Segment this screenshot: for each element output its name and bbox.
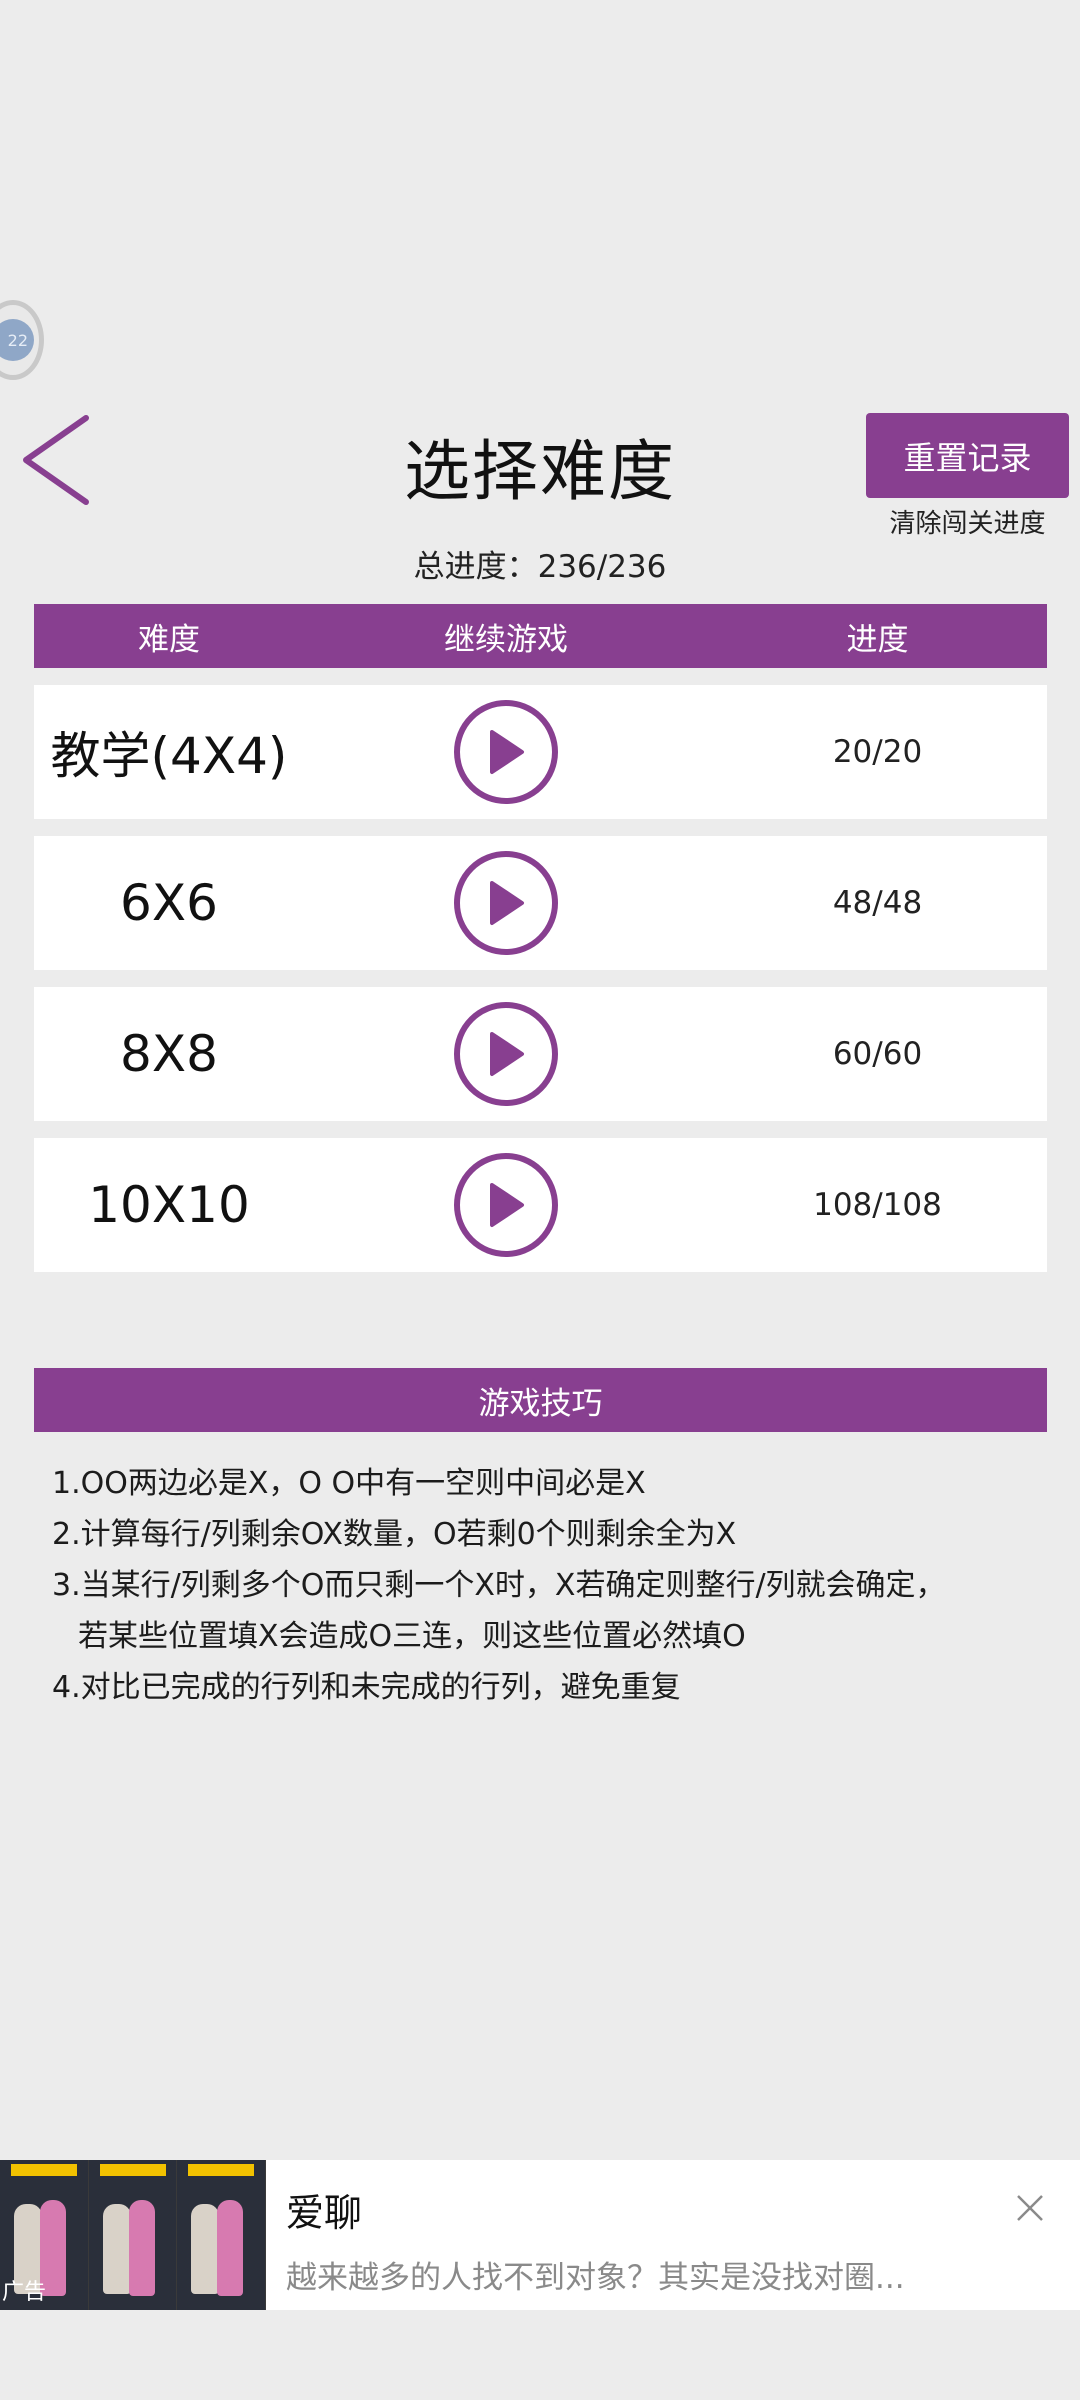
ad-description: 越来越多的人找不到对象？其实是没找对圈...: [286, 2260, 905, 2296]
play-icon: [490, 1183, 524, 1227]
close-icon[interactable]: [1012, 2190, 1048, 2226]
tips-title: 游戏技巧: [34, 1368, 1047, 1432]
tip-line: 4.对比已完成的行列和未完成的行列，避免重复: [52, 1670, 681, 1705]
total-progress: 总进度：236/236: [413, 549, 667, 585]
play-icon: [490, 1032, 524, 1076]
header-progress: 进度: [846, 621, 909, 658]
ad-title: 爱聊: [286, 2191, 363, 2235]
play-icon: [490, 881, 524, 925]
tip-line: 2.计算每行/列剩余OX数量，O若剩0个则剩余全为X: [52, 1517, 737, 1552]
difficulty-progress: 20/20: [832, 734, 923, 770]
play-button[interactable]: [454, 1002, 558, 1106]
difficulty-progress: 60/60: [832, 1036, 923, 1072]
floating-ball[interactable]: 22: [0, 300, 44, 380]
ad-label: 广告: [2, 2280, 47, 2305]
ad-banner[interactable]: 广告 爱聊 越来越多的人找不到对象？其实是没找对圈...: [0, 2160, 1080, 2310]
difficulty-row-6x6[interactable]: 6X6 48/48: [34, 836, 1047, 970]
play-button[interactable]: [454, 851, 558, 955]
tip-line: 3.当某行/列剩多个O而只剩一个X时，X若确定则整行/列就会确定，: [52, 1568, 946, 1603]
tip-line: 1.OO两边必是X，O O中有一空则中间必是X: [52, 1466, 646, 1501]
ad-image[interactable]: 广告: [0, 2160, 266, 2310]
reset-records-caption: 清除闯关进度: [889, 509, 1046, 539]
play-button[interactable]: [454, 700, 558, 804]
difficulty-progress: 108/108: [813, 1187, 942, 1223]
header-continue: 继续游戏: [444, 621, 568, 658]
tip-line: 若某些位置填X会造成O三连，则这些位置必然填O: [78, 1619, 746, 1654]
difficulty-row-4x4[interactable]: 教学(4X4) 20/20: [34, 685, 1047, 819]
difficulty-row-8x8[interactable]: 8X8 60/60: [34, 987, 1047, 1121]
reset-records-button[interactable]: 重置记录: [866, 413, 1069, 498]
difficulty-label: 6X6: [120, 874, 218, 932]
difficulty-progress: 48/48: [832, 885, 923, 921]
difficulty-label: 8X8: [120, 1025, 218, 1083]
floating-ball-label: 22: [0, 319, 34, 361]
table-header: 难度 继续游戏 进度: [34, 604, 1047, 668]
tips-list: 1.OO两边必是X，O O中有一空则中间必是X 2.计算每行/列剩余OX数量，O…: [52, 1458, 1062, 1713]
header-difficulty: 难度: [138, 621, 200, 658]
difficulty-label: 10X10: [88, 1176, 250, 1234]
difficulty-row-10x10[interactable]: 10X10 108/108: [34, 1138, 1047, 1272]
difficulty-label: 教学(4X4): [50, 727, 288, 785]
difficulty-table: 难度 继续游戏 进度 教学(4X4) 20/20 6X6 48/48 8X8 6…: [34, 604, 1047, 1272]
play-icon: [490, 730, 524, 774]
play-button[interactable]: [454, 1153, 558, 1257]
